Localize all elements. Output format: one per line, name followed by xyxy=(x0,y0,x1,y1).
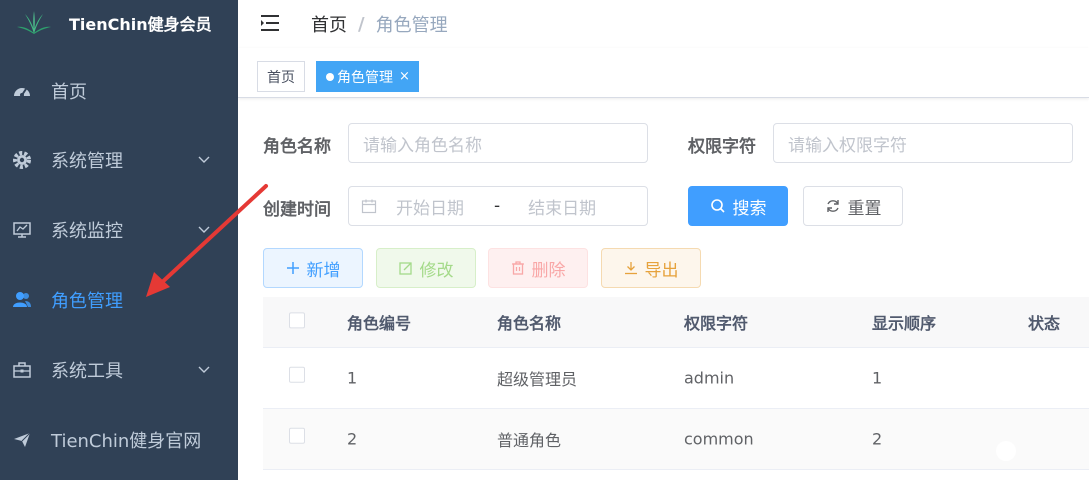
cell-sort-order: 1 xyxy=(872,368,883,388)
search-button[interactable]: 搜索 xyxy=(688,186,788,226)
header-role-id[interactable]: 角色编号 xyxy=(347,310,411,334)
role-key-placeholder: 请输入权限字符 xyxy=(788,135,907,156)
trash-icon xyxy=(511,261,525,275)
tab-roles[interactable]: 角色管理 × xyxy=(316,61,419,92)
start-date-placeholder[interactable]: 开始日期 xyxy=(396,194,486,219)
sidebar-item-label: 首页 xyxy=(51,82,87,103)
sidebar-item-monitor[interactable]: 系统监控 xyxy=(0,202,238,258)
breadcrumb-current: 角色管理 xyxy=(375,15,448,36)
sidebar-item-label: 系统工具 xyxy=(51,361,123,382)
sidebar-item-label: TienChin健身官网 xyxy=(51,431,202,452)
table-row[interactable]: 1 超级管理员 admin 1 xyxy=(263,348,1089,409)
delete-button[interactable]: 删除 xyxy=(488,248,588,288)
chevron-down-icon xyxy=(198,226,210,233)
sidebar-item-tools[interactable]: 系统工具 xyxy=(0,342,238,398)
reset-button[interactable]: 重置 xyxy=(803,186,903,226)
logo[interactable]: TienChin健身会员 xyxy=(0,0,238,46)
search-button-label: 搜索 xyxy=(732,198,767,219)
sidebar: TienChin健身会员 首页 系统管理 系统监控 角色管理 系统工具 Tien… xyxy=(0,0,238,480)
edit-button[interactable]: 修改 xyxy=(376,248,476,288)
edit-button-label: 修改 xyxy=(419,260,454,281)
add-button[interactable]: 新增 xyxy=(263,248,363,288)
row-checkbox[interactable] xyxy=(289,366,305,383)
add-button-label: 新增 xyxy=(306,260,341,281)
role-name-label: 角色名称 xyxy=(263,137,331,157)
navbar: 首页 / 角色管理 xyxy=(238,0,1089,48)
sidebar-item-roles[interactable]: 角色管理 xyxy=(0,272,238,328)
cell-role-id: 1 xyxy=(347,368,358,388)
select-all-checkbox[interactable] xyxy=(289,312,305,329)
refresh-icon xyxy=(825,198,841,214)
send-icon xyxy=(12,430,32,450)
breadcrumb-home[interactable]: 首页 xyxy=(311,11,347,37)
sidebar-item-home[interactable]: 首页 xyxy=(0,63,238,119)
create-time-label: 创建时间 xyxy=(263,200,331,220)
role-name-input[interactable]: 请输入角色名称 xyxy=(348,123,648,163)
table-row[interactable]: 2 普通角色 common 2 xyxy=(263,409,1089,470)
chevron-down-icon xyxy=(198,156,210,163)
gear-icon xyxy=(12,150,32,170)
end-date-placeholder[interactable]: 结束日期 xyxy=(528,194,596,219)
row-checkbox[interactable] xyxy=(289,427,305,444)
sidebar-item-label: 系统监控 xyxy=(51,221,123,242)
header-role-name[interactable]: 角色名称 xyxy=(497,310,561,334)
cell-role-id: 2 xyxy=(347,429,358,449)
date-range-picker[interactable]: 开始日期 - 结束日期 xyxy=(348,186,648,226)
export-button[interactable]: 导出 xyxy=(601,248,701,288)
role-key-label: 权限字符 xyxy=(688,137,756,157)
role-name-placeholder: 请输入角色名称 xyxy=(363,135,482,156)
logo-icon xyxy=(17,11,51,34)
monitor-icon xyxy=(12,220,32,240)
hamburger-toggle-icon[interactable] xyxy=(260,14,280,32)
reset-button-label: 重置 xyxy=(847,198,882,219)
app-title: TienChin健身会员 xyxy=(69,15,212,34)
tab-label: 首页 xyxy=(267,69,295,86)
sidebar-item-system[interactable]: 系统管理 xyxy=(0,132,238,188)
sidebar-item-website[interactable]: TienChin健身官网 xyxy=(0,412,238,468)
table-header: 角色编号 角色名称 权限字符 显示顺序 状态 xyxy=(263,297,1089,348)
cell-role-name: 超级管理员 xyxy=(497,370,578,389)
calendar-icon xyxy=(361,199,377,214)
tags-view: 首页 角色管理 × xyxy=(238,48,1089,98)
roles-table: 角色编号 角色名称 权限字符 显示顺序 状态 1 超级管理员 admin 1 2… xyxy=(263,297,1089,470)
range-separator: - xyxy=(494,196,501,216)
sidebar-item-label: 角色管理 xyxy=(51,291,123,312)
dashboard-icon xyxy=(12,81,32,101)
download-icon xyxy=(624,261,638,275)
cell-role-name: 普通角色 xyxy=(497,431,562,450)
delete-button-label: 删除 xyxy=(531,260,566,281)
plus-icon xyxy=(286,261,300,275)
close-icon[interactable]: × xyxy=(399,69,410,84)
header-role-key[interactable]: 权限字符 xyxy=(684,310,748,334)
main-area: 首页 / 角色管理 首页 角色管理 × 角色名称 请输入角色名称 权限字符 请输… xyxy=(238,0,1089,480)
active-dot-icon xyxy=(326,72,334,81)
cell-role-key: common xyxy=(684,429,754,449)
sidebar-item-label: 系统管理 xyxy=(51,151,123,172)
users-icon xyxy=(12,290,32,310)
edit-icon xyxy=(398,261,413,275)
tab-label: 角色管理 xyxy=(337,69,393,86)
tab-home[interactable]: 首页 xyxy=(257,61,305,92)
toolbox-icon xyxy=(12,360,32,380)
cell-sort-order: 2 xyxy=(872,429,883,449)
chevron-down-icon xyxy=(198,366,210,373)
export-button-label: 导出 xyxy=(644,260,679,281)
header-status[interactable]: 状态 xyxy=(1028,310,1060,334)
role-key-input[interactable]: 请输入权限字符 xyxy=(773,123,1073,163)
cell-role-key: admin xyxy=(684,368,735,388)
search-icon xyxy=(710,198,726,214)
breadcrumb-separator: / xyxy=(358,13,365,35)
header-sort-order[interactable]: 显示顺序 xyxy=(872,310,936,334)
